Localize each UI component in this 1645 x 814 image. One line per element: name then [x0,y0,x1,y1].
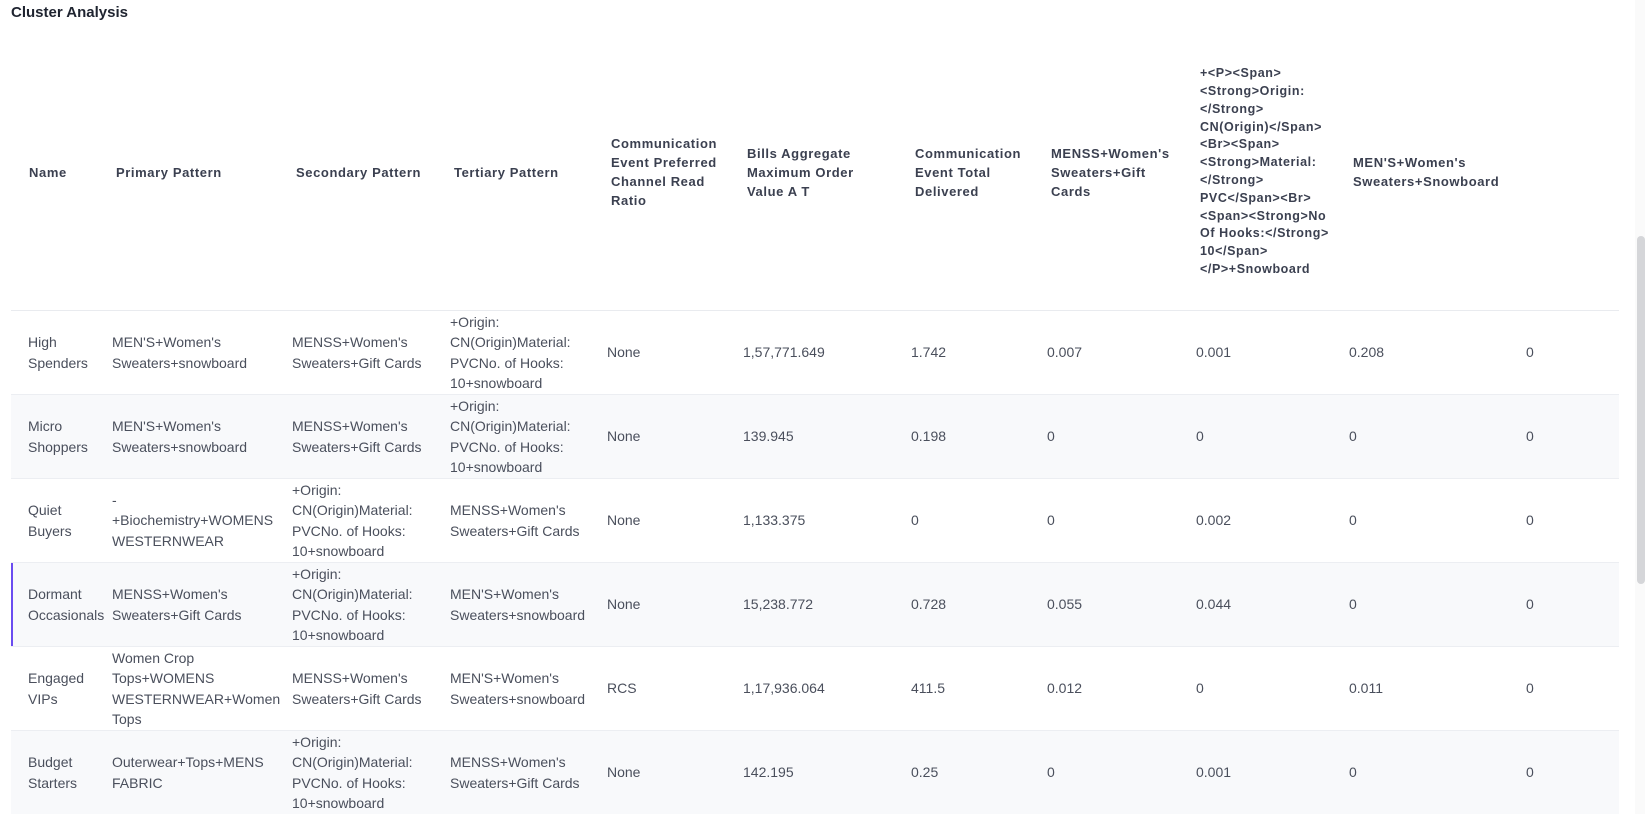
cell-extra: 0 [1526,646,1619,731]
cell-name: Micro Shoppers [11,394,112,479]
cell-menss-gift: 0.012 [1047,646,1196,731]
cell-tertiary: MEN'S+Women's Sweaters+snowboard [450,562,607,647]
column-header-extra[interactable] [1526,34,1619,311]
cell-tertiary: MENSS+Women's Sweaters+Gift Cards [450,730,607,814]
cell-secondary: MENSS+Women's Sweaters+Gift Cards [292,394,450,479]
table-row[interactable]: Quiet Buyers -+Biochemistry+WOMENS WESTE… [11,478,1619,563]
cell-read-ratio: None [607,310,743,395]
cell-menss-gift: 0 [1047,478,1196,563]
column-header-mens-snowboard[interactable]: MEN'S+Women's Sweaters+Snowboard [1349,34,1526,311]
table-row[interactable]: High Spenders MEN'S+Women's Sweaters+sno… [11,310,1619,395]
column-header-primary-pattern[interactable]: Primary Pattern [112,34,292,311]
cell-max-order: 1,57,771.649 [743,310,911,395]
cell-secondary: +Origin: CN(Origin)Material: PVCNo. of H… [292,730,450,814]
cell-primary: MEN'S+Women's Sweaters+snowboard [112,310,292,395]
cell-total-delivered: 411.5 [911,646,1047,731]
cell-max-order: 1,17,936.064 [743,646,911,731]
cell-mens-snowboard: 0.208 [1349,310,1526,395]
cell-read-ratio: RCS [607,646,743,731]
cell-extra: 0 [1526,478,1619,563]
cell-primary: MEN'S+Women's Sweaters+snowboard [112,394,292,479]
cell-max-order: 1,133.375 [743,478,911,563]
cluster-analysis-table: Name Primary Pattern Secondary Pattern T… [11,34,1619,814]
cell-menss-gift: 0.055 [1047,562,1196,647]
cell-total-delivered: 0.25 [911,730,1047,814]
cell-max-order: 139.945 [743,394,911,479]
cell-primary: Women Crop Tops+WOMENS WESTERNWEAR+Women… [112,646,292,731]
vertical-scrollbar-thumb[interactable] [1637,236,1645,584]
cell-origin-snowboard: 0.001 [1196,730,1349,814]
table-header-row: Name Primary Pattern Secondary Pattern T… [11,34,1619,311]
cell-mens-snowboard: 0 [1349,478,1526,563]
table-row-selected[interactable]: Dormant Occasionals MENSS+Women's Sweate… [11,562,1619,647]
cell-read-ratio: None [607,562,743,647]
cell-extra: 0 [1526,562,1619,647]
cell-read-ratio: None [607,394,743,479]
cell-total-delivered: 0.728 [911,562,1047,647]
cell-tertiary: MENSS+Women's Sweaters+Gift Cards [450,478,607,563]
column-header-name[interactable]: Name [11,34,112,311]
cell-mens-snowboard: 0 [1349,394,1526,479]
cell-primary: MENSS+Women's Sweaters+Gift Cards [112,562,292,647]
cell-name: Engaged VIPs [11,646,112,731]
cell-origin-snowboard: 0 [1196,394,1349,479]
cell-secondary: +Origin: CN(Origin)Material: PVCNo. of H… [292,478,450,563]
cell-max-order: 15,238.772 [743,562,911,647]
column-header-origin-snowboard[interactable]: +<P><Span><Strong>Origin:</Strong> CN(Or… [1196,34,1349,311]
cell-mens-snowboard: 0.011 [1349,646,1526,731]
cell-extra: 0 [1526,394,1619,479]
column-header-total-delivered[interactable]: Communication Event Total Delivered [911,34,1047,311]
cell-extra: 0 [1526,730,1619,814]
column-header-secondary-pattern[interactable]: Secondary Pattern [292,34,450,311]
cell-secondary: MENSS+Women's Sweaters+Gift Cards [292,646,450,731]
cell-origin-snowboard: 0.044 [1196,562,1349,647]
cell-max-order: 142.195 [743,730,911,814]
cell-tertiary: +Origin: CN(Origin)Material: PVCNo. of H… [450,394,607,479]
table-row[interactable]: Engaged VIPs Women Crop Tops+WOMENS WEST… [11,646,1619,731]
cell-total-delivered: 1.742 [911,310,1047,395]
cell-total-delivered: 0 [911,478,1047,563]
cell-origin-snowboard: 0 [1196,646,1349,731]
column-header-read-ratio[interactable]: Communication Event Preferred Channel Re… [607,34,743,311]
cell-read-ratio: None [607,730,743,814]
cell-extra: 0 [1526,310,1619,395]
column-header-max-order-value[interactable]: Bills Aggregate Maximum Order Value A T [743,34,911,311]
cell-menss-gift: 0.007 [1047,310,1196,395]
cell-origin-snowboard: 0.002 [1196,478,1349,563]
column-header-menss-gift-cards[interactable]: MENSS+Women's Sweaters+Gift Cards [1047,34,1196,311]
cell-total-delivered: 0.198 [911,394,1047,479]
cell-mens-snowboard: 0 [1349,562,1526,647]
page-title: Cluster Analysis [11,4,128,21]
cell-name: High Spenders [11,310,112,395]
cell-mens-snowboard: 0 [1349,730,1526,814]
column-header-tertiary-pattern[interactable]: Tertiary Pattern [450,34,607,311]
cell-origin-snowboard: 0.001 [1196,310,1349,395]
cluster-table-container[interactable]: Name Primary Pattern Secondary Pattern T… [11,34,1619,814]
cell-secondary: +Origin: CN(Origin)Material: PVCNo. of H… [292,562,450,647]
cell-secondary: MENSS+Women's Sweaters+Gift Cards [292,310,450,395]
table-row[interactable]: Micro Shoppers MEN'S+Women's Sweaters+sn… [11,394,1619,479]
cell-menss-gift: 0 [1047,730,1196,814]
cell-menss-gift: 0 [1047,394,1196,479]
table-row[interactable]: Budget Starters Outerwear+Tops+MENS FABR… [11,730,1619,814]
cell-name: Dormant Occasionals [11,562,112,647]
cell-primary: Outerwear+Tops+MENS FABRIC [112,730,292,814]
cell-name: Quiet Buyers [11,478,112,563]
cell-primary: -+Biochemistry+WOMENS WESTERNWEAR [112,478,292,563]
cell-tertiary: +Origin: CN(Origin)Material: PVCNo. of H… [450,310,607,395]
cell-tertiary: MEN'S+Women's Sweaters+snowboard [450,646,607,731]
cell-name: Budget Starters [11,730,112,814]
cell-read-ratio: None [607,478,743,563]
